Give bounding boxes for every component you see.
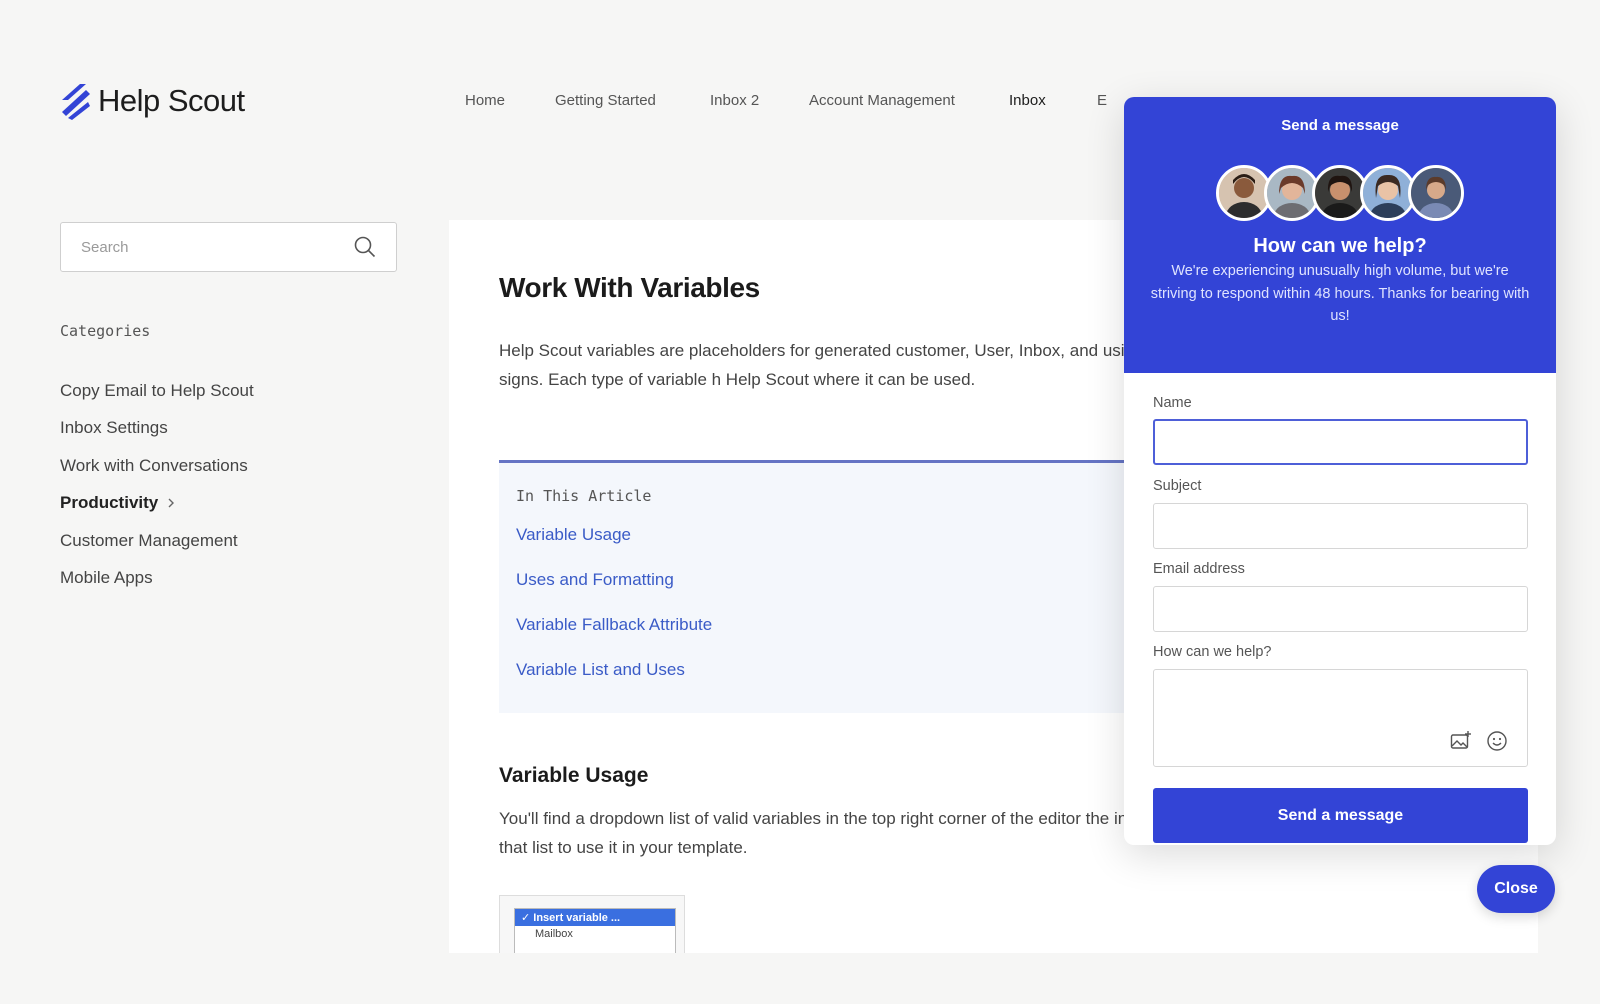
- email-field[interactable]: [1153, 586, 1528, 632]
- search-box: [60, 222, 397, 272]
- send-message-button[interactable]: Send a message: [1153, 788, 1528, 843]
- category-customer-management[interactable]: Customer Management: [60, 522, 254, 560]
- categories-heading: Categories: [60, 322, 151, 340]
- table-of-contents: In This Article Variable Usage Uses and …: [499, 460, 1199, 713]
- name-label: Name: [1153, 395, 1192, 411]
- nav-account-management[interactable]: Account Management: [809, 92, 955, 109]
- nav-home[interactable]: Home: [465, 92, 505, 109]
- search-input[interactable]: [81, 238, 354, 256]
- widget-header: Send a message How can we help? We're ex…: [1124, 97, 1556, 373]
- email-label: Email address: [1153, 561, 1245, 577]
- message-field[interactable]: [1153, 669, 1528, 767]
- toc-link-fallback-attribute[interactable]: Variable Fallback Attribute: [516, 615, 712, 635]
- widget-title: Send a message: [1281, 117, 1399, 134]
- search-icon[interactable]: [354, 236, 376, 258]
- category-work-with-conversations[interactable]: Work with Conversations: [60, 447, 254, 485]
- category-label: Mobile Apps: [60, 568, 153, 588]
- emoji-icon[interactable]: [1486, 730, 1508, 752]
- category-label: Productivity: [60, 493, 159, 513]
- subject-label: Subject: [1153, 478, 1202, 494]
- toc-link-variable-list[interactable]: Variable List and Uses: [516, 660, 685, 680]
- widget-question: How can we help?: [1253, 235, 1427, 257]
- message-field-tools: [1450, 730, 1508, 752]
- chevron-right-icon: [168, 498, 175, 508]
- category-productivity[interactable]: Productivity: [60, 485, 254, 523]
- subject-field[interactable]: [1153, 503, 1528, 549]
- section-title: Variable Usage: [499, 764, 649, 787]
- team-avatars: [1124, 165, 1556, 221]
- thumb-option: Mailbox: [535, 928, 573, 940]
- thumb-dropdown: ✓ Insert variable ... Mailbox: [514, 908, 676, 953]
- contact-widget: Send a message How can we help? We're ex…: [1124, 97, 1556, 845]
- close-widget-button[interactable]: Close: [1477, 865, 1555, 913]
- category-copy-email[interactable]: Copy Email to Help Scout: [60, 372, 254, 410]
- category-inbox-settings[interactable]: Inbox Settings: [60, 410, 254, 448]
- brand-name: Help Scout: [98, 83, 245, 118]
- thumb-selected-option: ✓ Insert variable ...: [515, 909, 675, 926]
- help-scout-logo-icon: [62, 84, 90, 120]
- category-label: Inbox Settings: [60, 418, 168, 438]
- nav-item-truncated[interactable]: E: [1097, 92, 1107, 109]
- article-title: Work With Variables: [499, 272, 760, 303]
- category-label: Work with Conversations: [60, 455, 248, 475]
- name-field[interactable]: [1153, 419, 1528, 465]
- category-list: Copy Email to Help Scout Inbox Settings …: [60, 372, 254, 597]
- toc-link-variable-usage[interactable]: Variable Usage: [516, 525, 631, 545]
- toc-link-uses-and-formatting[interactable]: Uses and Formatting: [516, 570, 674, 590]
- message-label: How can we help?: [1153, 644, 1272, 660]
- nav-inbox-2[interactable]: Inbox 2: [710, 92, 759, 109]
- category-mobile-apps[interactable]: Mobile Apps: [60, 560, 254, 598]
- help-scout-logo[interactable]: Help Scout: [60, 82, 245, 120]
- avatar: [1408, 165, 1464, 221]
- nav-inbox[interactable]: Inbox: [1009, 92, 1046, 109]
- widget-notice: We're experiencing unusually high volume…: [1150, 263, 1530, 324]
- nav-getting-started[interactable]: Getting Started: [555, 92, 656, 109]
- toc-heading: In This Article: [516, 487, 652, 505]
- category-label: Customer Management: [60, 530, 238, 550]
- attach-image-icon[interactable]: [1450, 730, 1472, 752]
- variable-dropdown-screenshot: ✓ Insert variable ... Mailbox: [499, 895, 685, 953]
- category-label: Copy Email to Help Scout: [60, 380, 254, 400]
